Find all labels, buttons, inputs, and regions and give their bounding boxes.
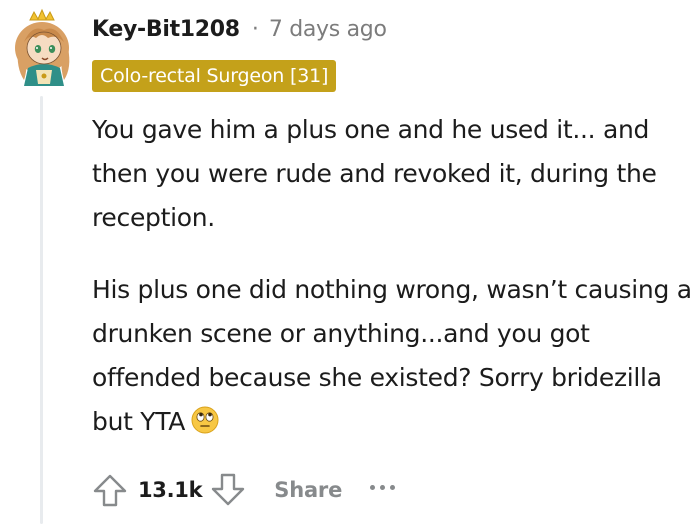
more-dot bbox=[380, 484, 386, 490]
upvote-arrow-icon bbox=[93, 474, 127, 507]
username-link[interactable]: Key-Bit1208 bbox=[92, 17, 240, 42]
face-with-rolling-eyes-icon bbox=[191, 406, 219, 434]
thread-line[interactable] bbox=[40, 96, 43, 524]
comment-actions: 13.1k Share bbox=[88, 466, 397, 514]
comment-timestamp[interactable]: 7 days ago bbox=[269, 17, 387, 42]
comment-body: You gave him a plus one and he used it..… bbox=[92, 108, 692, 444]
user-avatar[interactable] bbox=[8, 8, 78, 88]
header-separator: · bbox=[251, 17, 259, 42]
upvote-button[interactable] bbox=[88, 468, 132, 512]
more-dot bbox=[390, 484, 396, 490]
comment-paragraph-text: His plus one did nothing wrong, wasn’t c… bbox=[92, 275, 692, 436]
avatar-illustration bbox=[15, 8, 70, 86]
downvote-button[interactable] bbox=[206, 468, 250, 512]
comment-card: Key-Bit1208 · 7 days ago Colo-rectal Sur… bbox=[0, 0, 700, 524]
downvote-arrow-icon bbox=[212, 473, 245, 506]
more-dot bbox=[370, 484, 376, 490]
user-flair: Colo-rectal Surgeon [31] bbox=[92, 60, 337, 92]
comment-header: Key-Bit1208 · 7 days ago bbox=[92, 17, 387, 42]
vote-score: 13.1k bbox=[138, 478, 203, 502]
comment-paragraph: You gave him a plus one and he used it..… bbox=[92, 115, 657, 232]
share-button[interactable]: Share bbox=[274, 478, 342, 502]
comment-paragraph-last: His plus one did nothing wrong, wasn’t c… bbox=[92, 268, 692, 444]
more-options-icon[interactable] bbox=[368, 477, 397, 497]
